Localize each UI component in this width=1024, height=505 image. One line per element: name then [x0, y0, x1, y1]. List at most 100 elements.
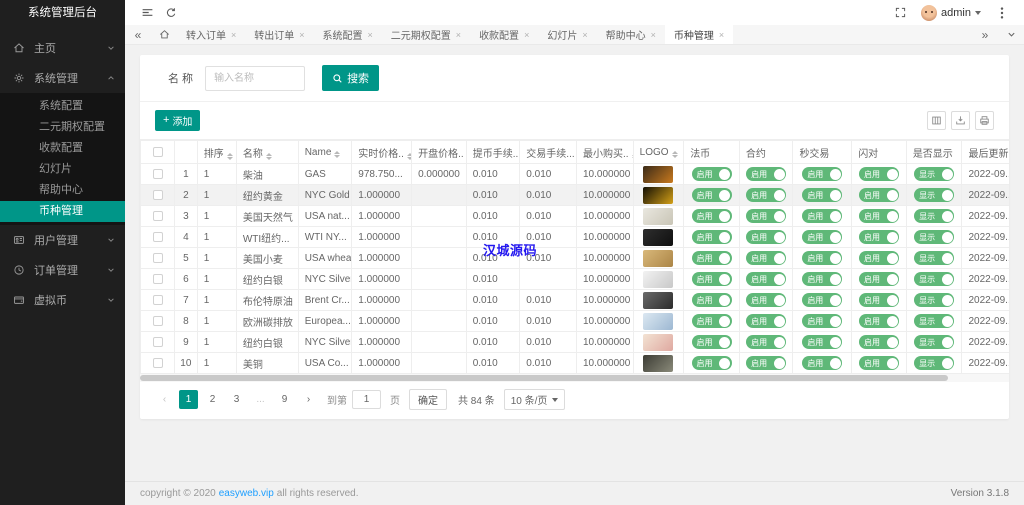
contract-toggle[interactable]: 启用	[746, 251, 787, 265]
visible-toggle[interactable]: 显示	[914, 230, 955, 244]
print-icon[interactable]	[975, 111, 994, 130]
per-page-select[interactable]: 10 条/页	[503, 389, 566, 410]
user-menu[interactable]: admin	[921, 4, 981, 21]
contract-toggle[interactable]: 启用	[746, 188, 787, 202]
second-trade-toggle[interactable]: 启用	[802, 314, 843, 328]
visible-toggle[interactable]: 显示	[914, 293, 955, 307]
flash-pair-toggle[interactable]: 启用	[859, 272, 899, 286]
fiat-toggle[interactable]: 启用	[691, 230, 732, 244]
column-header-open_price[interactable]: 开盘价格..	[411, 140, 467, 164]
more-options-icon[interactable]	[990, 0, 1014, 25]
column-header-withdraw_fee[interactable]: 提币手续...	[465, 140, 521, 164]
sidebar-item-coin-management[interactable]: 币种管理	[0, 201, 125, 222]
flash-pair-toggle[interactable]: 启用	[859, 188, 899, 202]
column-header-name_cn[interactable]: 名称	[235, 140, 299, 164]
sort-icon[interactable]	[671, 150, 678, 158]
contract-toggle[interactable]: 启用	[746, 335, 787, 349]
close-icon[interactable]: ×	[368, 30, 373, 40]
row-checkbox[interactable]	[152, 231, 163, 242]
add-button[interactable]: + 添加	[155, 110, 201, 131]
visible-toggle[interactable]: 显示	[914, 272, 955, 286]
search-button[interactable]: 搜索	[322, 65, 380, 91]
tabs-scroll-left-icon[interactable]: «	[125, 25, 151, 44]
close-icon[interactable]: ×	[231, 30, 236, 40]
fiat-toggle[interactable]: 启用	[691, 209, 732, 223]
page-prev[interactable]: ‹	[155, 390, 174, 409]
row-checkbox[interactable]	[152, 315, 163, 326]
tabs-scroll-right-icon[interactable]: »	[972, 25, 998, 44]
column-header-name_en[interactable]: Name	[297, 140, 353, 164]
row-checkbox[interactable]	[152, 273, 163, 284]
contract-toggle[interactable]: 启用	[746, 293, 787, 307]
flash-pair-toggle[interactable]: 启用	[859, 314, 899, 328]
flash-pair-toggle[interactable]: 启用	[859, 230, 899, 244]
tab-0[interactable]: 转入订单 ×	[177, 25, 245, 44]
second-trade-toggle[interactable]: 启用	[802, 293, 843, 307]
search-input[interactable]	[205, 65, 306, 91]
sidebar-item-user-management[interactable]: 用户管理	[0, 225, 125, 255]
second-trade-toggle[interactable]: 启用	[802, 188, 843, 202]
sort-icon[interactable]	[265, 152, 272, 160]
visible-toggle[interactable]: 显示	[914, 209, 955, 223]
contract-toggle[interactable]: 启用	[746, 356, 787, 370]
footer-link[interactable]: easyweb.vip	[219, 488, 274, 499]
row-checkbox[interactable]	[152, 336, 163, 347]
page-next[interactable]: ›	[299, 390, 318, 409]
row-checkbox[interactable]	[152, 168, 163, 179]
visible-toggle[interactable]: 显示	[914, 356, 955, 370]
refresh-icon[interactable]	[159, 0, 183, 25]
column-header-logo[interactable]: LOGO	[632, 140, 685, 164]
column-header-price[interactable]: 实时价格..	[351, 140, 413, 164]
flash-pair-toggle[interactable]: 启用	[859, 167, 899, 181]
second-trade-toggle[interactable]: 启用	[802, 209, 843, 223]
flash-pair-toggle[interactable]: 启用	[859, 293, 899, 307]
tab-3[interactable]: 二元期权配置 ×	[382, 25, 470, 44]
close-icon[interactable]: ×	[719, 30, 724, 40]
column-header-sort[interactable]: 排序	[196, 140, 237, 164]
sidebar-item-virtual-coin[interactable]: 虚拟币	[0, 285, 125, 315]
row-checkbox[interactable]	[152, 189, 163, 200]
visible-toggle[interactable]: 显示	[914, 314, 955, 328]
filter-columns-icon[interactable]	[927, 111, 946, 130]
fiat-toggle[interactable]: 启用	[691, 167, 732, 181]
close-icon[interactable]: ×	[524, 30, 529, 40]
tab-7[interactable]: 币种管理 ×	[664, 25, 734, 44]
second-trade-toggle[interactable]: 启用	[802, 251, 843, 265]
sort-icon[interactable]	[406, 152, 411, 160]
row-checkbox[interactable]	[152, 357, 163, 368]
fullscreen-icon[interactable]	[888, 0, 912, 25]
fiat-toggle[interactable]: 启用	[691, 293, 732, 307]
sort-icon[interactable]	[226, 152, 233, 160]
export-icon[interactable]	[951, 111, 970, 130]
horizontal-scrollbar[interactable]	[140, 374, 1009, 382]
contract-toggle[interactable]: 启用	[746, 230, 787, 244]
flash-pair-toggle[interactable]: 启用	[859, 335, 899, 349]
second-trade-toggle[interactable]: 启用	[802, 272, 843, 286]
sort-icon[interactable]	[334, 150, 341, 158]
fiat-toggle[interactable]: 启用	[691, 314, 732, 328]
close-icon[interactable]: ×	[651, 30, 656, 40]
sidebar-item-system-management[interactable]: 系统管理	[0, 63, 125, 93]
sidebar-item-binary-option-config[interactable]: 二元期权配置	[0, 117, 125, 138]
page-number-9[interactable]: 9	[275, 390, 294, 409]
tab-5[interactable]: 幻灯片 ×	[538, 25, 596, 44]
flash-pair-toggle[interactable]: 启用	[859, 209, 899, 223]
fiat-toggle[interactable]: 启用	[691, 251, 732, 265]
flash-pair-toggle[interactable]: 启用	[859, 251, 899, 265]
visible-toggle[interactable]: 显示	[914, 167, 955, 181]
column-header-min_buy[interactable]: 最小购买..	[575, 140, 634, 164]
close-icon[interactable]: ×	[456, 30, 461, 40]
close-icon[interactable]: ×	[582, 30, 587, 40]
select-all-checkbox[interactable]	[152, 146, 163, 157]
row-checkbox[interactable]	[152, 210, 163, 221]
page-number-3[interactable]: 3	[227, 390, 246, 409]
sidebar-item-home[interactable]: 主页	[0, 33, 125, 63]
contract-toggle[interactable]: 启用	[746, 272, 787, 286]
row-checkbox[interactable]	[152, 252, 163, 263]
tab-home-icon[interactable]	[151, 25, 177, 44]
second-trade-toggle[interactable]: 启用	[802, 356, 843, 370]
fiat-toggle[interactable]: 启用	[691, 356, 732, 370]
fiat-toggle[interactable]: 启用	[691, 272, 732, 286]
sidebar-item-help-center[interactable]: 帮助中心	[0, 180, 125, 201]
second-trade-toggle[interactable]: 启用	[802, 230, 843, 244]
